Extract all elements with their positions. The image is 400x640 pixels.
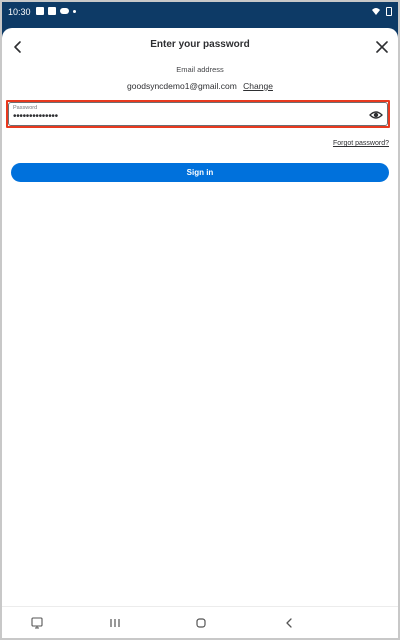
nav-back-icon[interactable] xyxy=(282,617,296,629)
navigation-bar xyxy=(2,606,398,638)
more-notifications-icon xyxy=(73,9,76,13)
notification-icons xyxy=(36,7,76,15)
status-bar: 10:30 xyxy=(2,2,398,24)
system-status-icons xyxy=(371,6,392,16)
page-title: Enter your password xyxy=(150,39,250,50)
password-input-value[interactable]: •••••••••••••• xyxy=(13,112,58,122)
contact-notification-icon xyxy=(48,7,56,15)
sign-in-button[interactable]: Sign in xyxy=(11,163,389,182)
gallery-notification-icon xyxy=(36,7,44,15)
screenshot-icon[interactable] xyxy=(30,617,44,629)
email-value: goodsyncdemo1@gmail.com xyxy=(127,81,237,91)
device-screen: 10:30 Enter your password Email address … xyxy=(2,2,398,638)
email-row: goodsyncdemo1@gmail.com Change xyxy=(2,81,398,91)
email-label: Email address xyxy=(176,65,224,74)
home-icon[interactable] xyxy=(194,617,208,629)
cloud-notification-icon xyxy=(60,8,69,14)
eye-icon[interactable] xyxy=(369,108,383,122)
recents-icon[interactable] xyxy=(108,617,122,629)
close-icon[interactable] xyxy=(372,37,392,57)
login-sheet: Enter your password Email address goodsy… xyxy=(2,28,398,606)
forgot-password-link[interactable]: Forgot password? xyxy=(333,140,389,147)
battery-icon xyxy=(386,6,392,16)
wifi-icon xyxy=(372,8,380,15)
change-email-link[interactable]: Change xyxy=(243,81,273,91)
status-time: 10:30 xyxy=(8,7,31,17)
password-field[interactable]: Password •••••••••••••• xyxy=(8,102,388,126)
